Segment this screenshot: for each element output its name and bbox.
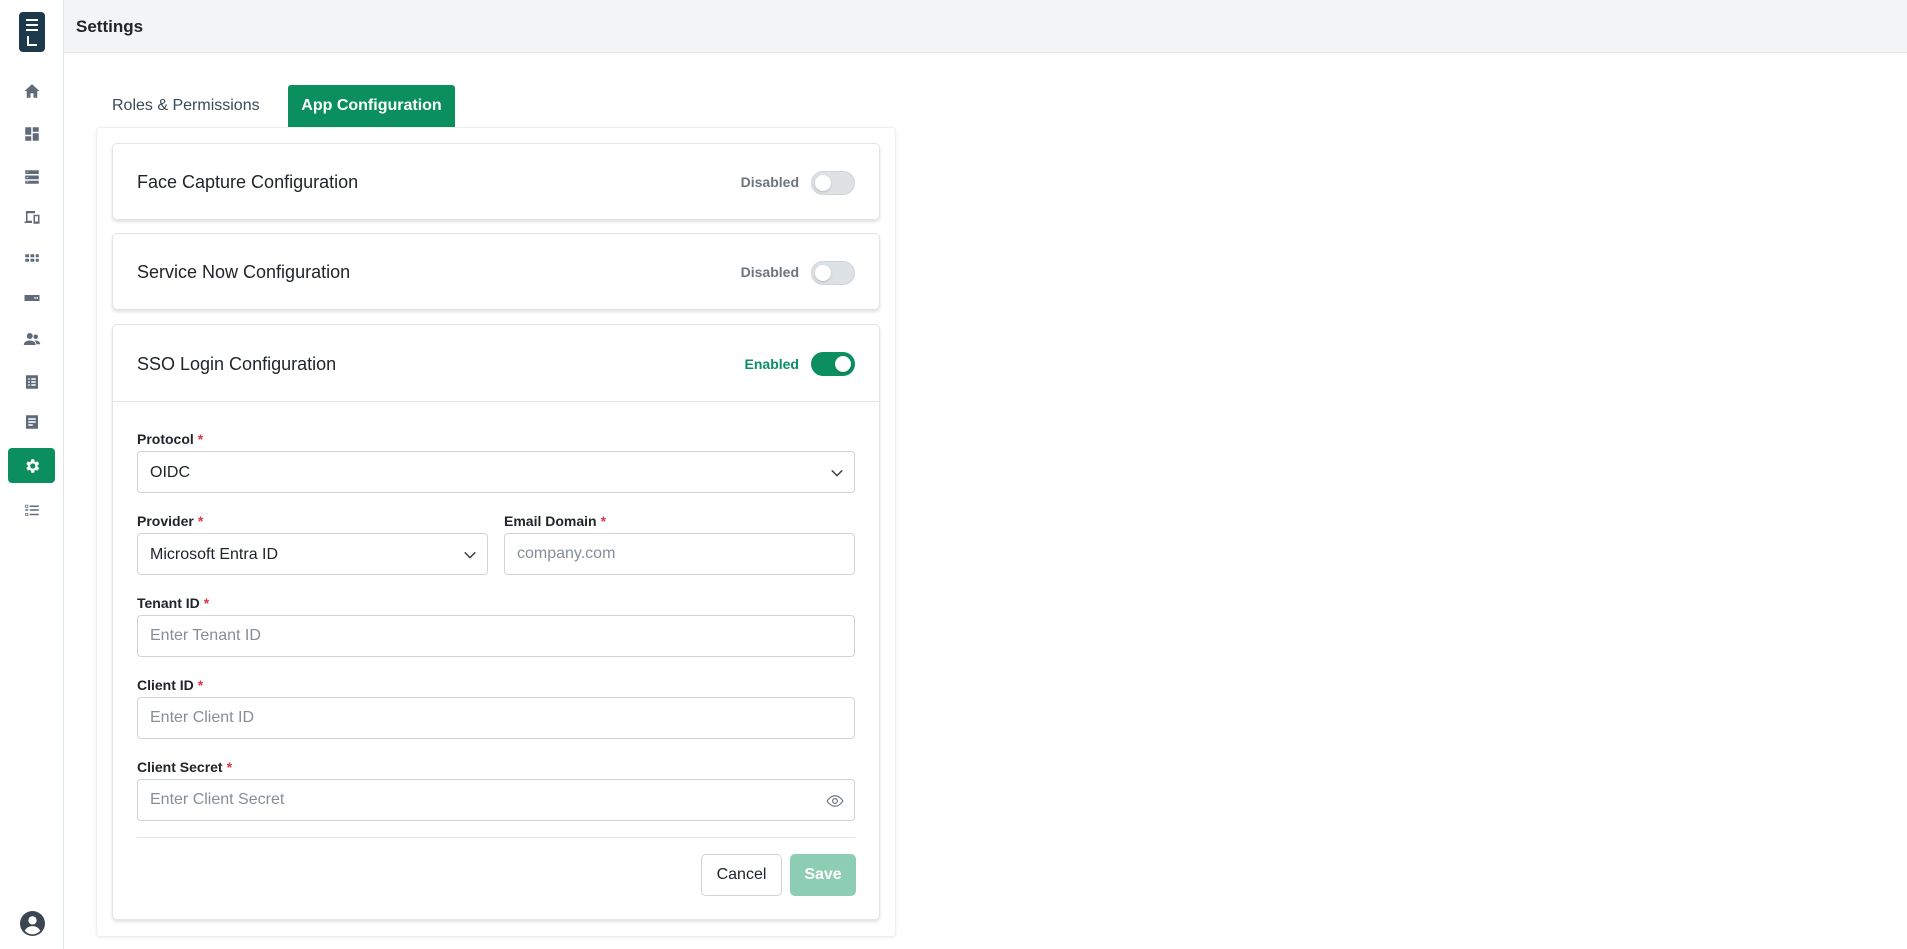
user-circle-icon[interactable] [20, 911, 45, 936]
card-title: Service Now Configuration [137, 262, 351, 282]
dashboard-icon [24, 126, 39, 141]
devices-icon [24, 210, 39, 224]
status-label: Disabled [740, 174, 799, 190]
sidebar-item-list[interactable] [8, 364, 55, 399]
storage-icon [24, 294, 39, 301]
users-icon [23, 332, 40, 345]
sidebar-item-users[interactable] [8, 321, 55, 356]
sidebar-item-checklist[interactable] [8, 492, 55, 527]
document-icon [25, 414, 38, 429]
sidebar-item-apps[interactable] [8, 240, 55, 275]
provider-label: Provider * [137, 513, 204, 529]
gear-icon [25, 458, 39, 473]
client-secret-field[interactable] [137, 779, 855, 821]
sidebar-item-storage[interactable] [8, 280, 55, 315]
email-domain-field[interactable] [504, 533, 855, 575]
apps-grid-icon [24, 253, 39, 262]
face-capture-toggle[interactable] [811, 171, 855, 195]
sidebar-item-settings[interactable] [8, 448, 55, 483]
tab-roles-permissions[interactable]: Roles & Permissions [96, 85, 276, 127]
status-label: Disabled [740, 264, 799, 280]
sidebar-item-dashboard[interactable] [8, 116, 55, 151]
email-domain-label: Email Domain * [504, 513, 607, 529]
card-title: SSO Login Configuration [137, 354, 337, 374]
sidebar-item-home[interactable] [8, 73, 55, 108]
service-now-toggle[interactable] [811, 261, 855, 285]
client-secret-input[interactable] [138, 780, 854, 820]
app-logo[interactable] [19, 12, 45, 52]
home-icon [24, 83, 39, 98]
email-domain-input[interactable] [505, 534, 854, 574]
client-id-input[interactable] [138, 698, 854, 738]
checklist-icon [24, 504, 39, 516]
sidebar [0, 0, 64, 949]
divider [113, 401, 879, 402]
sso-card: SSO Login Configuration Enabled Protocol… [112, 324, 880, 920]
client-secret-label: Client Secret * [137, 759, 233, 775]
top-header: Settings [64, 0, 1907, 53]
server-icon [24, 169, 39, 184]
tenant-id-input[interactable] [138, 616, 854, 656]
protocol-select[interactable]: OIDC [137, 451, 855, 493]
cancel-button[interactable]: Cancel [701, 854, 782, 896]
chevron-down-icon [831, 469, 843, 477]
client-id-field[interactable] [137, 697, 855, 739]
list-icon [25, 374, 38, 389]
sidebar-item-devices[interactable] [8, 199, 55, 234]
tenant-id-label: Tenant ID * [137, 595, 210, 611]
eye-icon[interactable] [826, 792, 844, 810]
service-now-card: Service Now Configuration Disabled [112, 233, 880, 310]
client-id-label: Client ID * [137, 677, 204, 693]
chevron-down-icon [464, 551, 476, 559]
face-capture-card: Face Capture Configuration Disabled [112, 143, 880, 220]
status-label: Enabled [744, 356, 799, 372]
divider [137, 837, 855, 838]
tenant-id-field[interactable] [137, 615, 855, 657]
sidebar-item-documents[interactable] [8, 404, 55, 439]
provider-select[interactable]: Microsoft Entra ID [137, 533, 488, 575]
sso-toggle[interactable] [811, 352, 855, 376]
page-title: Settings [76, 17, 144, 36]
protocol-label: Protocol * [137, 431, 204, 447]
card-title: Face Capture Configuration [137, 172, 359, 192]
save-button[interactable]: Save [790, 854, 856, 896]
sidebar-item-server[interactable] [8, 159, 55, 194]
tab-app-configuration[interactable]: App Configuration [288, 85, 455, 127]
